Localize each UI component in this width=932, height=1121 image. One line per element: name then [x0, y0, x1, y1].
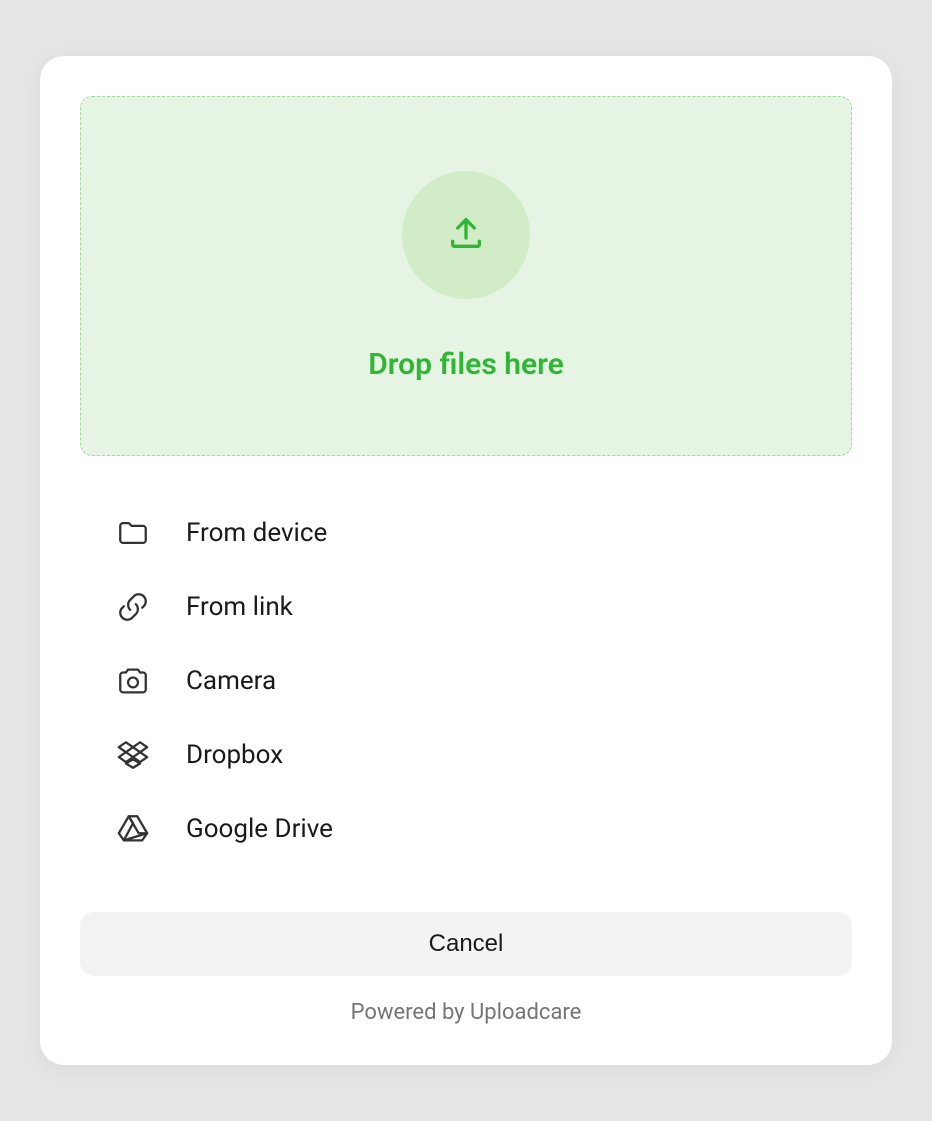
cancel-button[interactable]: Cancel	[80, 912, 852, 976]
footer: Powered by Uploadcare	[80, 1000, 852, 1025]
source-item-camera[interactable]: Camera	[80, 644, 852, 718]
source-list: From device From link Camera	[80, 496, 852, 866]
source-label: From link	[186, 592, 293, 622]
link-icon	[116, 590, 150, 624]
source-item-device[interactable]: From device	[80, 496, 852, 570]
gdrive-icon	[116, 812, 150, 846]
folder-icon	[116, 516, 150, 550]
source-item-gdrive[interactable]: Google Drive	[80, 792, 852, 866]
upload-icon-circle	[402, 171, 530, 299]
dropzone-text: Drop files here	[368, 347, 564, 382]
source-label: Google Drive	[186, 814, 333, 844]
upload-modal: Drop files here From device From link	[40, 56, 892, 1065]
dropbox-icon	[116, 738, 150, 772]
camera-icon	[116, 664, 150, 698]
source-label: Dropbox	[186, 740, 283, 770]
source-label: From device	[186, 518, 327, 548]
upload-icon	[446, 213, 486, 257]
powered-by-text: Powered by Uploadcare	[351, 1000, 582, 1025]
source-label: Camera	[186, 666, 276, 696]
source-item-link[interactable]: From link	[80, 570, 852, 644]
dropzone[interactable]: Drop files here	[80, 96, 852, 456]
source-item-dropbox[interactable]: Dropbox	[80, 718, 852, 792]
